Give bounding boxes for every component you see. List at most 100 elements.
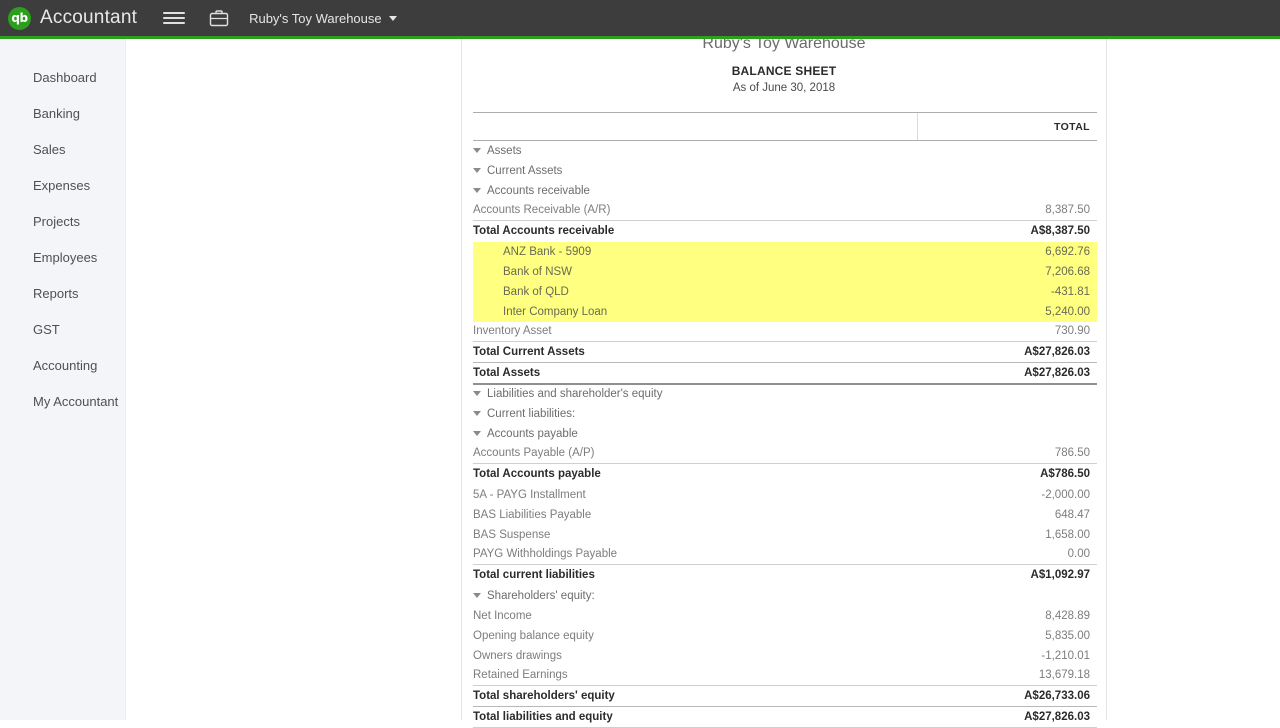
row-amount-liabilities-and-shareholder-s-equity [917, 384, 1097, 404]
row-amount-bank-of-qld[interactable]: -431.81 [917, 281, 1097, 302]
collapse-caret-icon[interactable] [473, 430, 481, 436]
row-amount-bas-suspense[interactable]: 1,658.00 [917, 525, 1097, 545]
sidebar-item-label: Dashboard [33, 69, 97, 85]
sidebar-item-accounting[interactable]: Accounting [0, 347, 125, 383]
row-amount-5a-payg-installment[interactable]: -2,000.00 [917, 485, 1097, 505]
row-amount-total-current-liabilities[interactable]: A$1,092.97 [917, 564, 1097, 586]
sidebar-item-label: Expenses [33, 177, 91, 193]
sidebar-item-gst[interactable]: GST [0, 311, 125, 347]
sidebar-item-reports[interactable]: Reports [0, 275, 125, 311]
row-amount-bank-of-nsw[interactable]: 7,206.68 [917, 261, 1097, 282]
row-amount-retained-earnings[interactable]: 13,679.18 [917, 666, 1097, 686]
chevron-down-icon [388, 15, 397, 21]
row-amount-total-assets[interactable]: A$27,826.03 [917, 362, 1097, 385]
row-label-opening-balance-equity: Opening balance equity [473, 626, 917, 646]
row-amount-total-shareholders-equity[interactable]: A$26,733.06 [917, 685, 1097, 707]
collapse-caret-icon[interactable] [473, 167, 481, 173]
table-total-row: Total Current Assets A$27,826.03 [473, 341, 1097, 363]
row-label-text: Opening balance equity [473, 629, 594, 642]
row-amount-accounts-receivable-a-r[interactable]: 8,387.50 [917, 201, 1097, 221]
sidebar-item-expenses[interactable]: Expenses [0, 167, 125, 203]
row-amount-current-assets [917, 161, 1097, 181]
row-label-text: Total current liabilities [473, 569, 595, 582]
sidebar-item-employees[interactable]: Employees [0, 239, 125, 275]
sidebar-item-my-accountant[interactable]: My Accountant [0, 383, 125, 419]
table-row: PAYG Withholdings Payable 0.00 [473, 545, 1097, 565]
table-section-row: Current Assets [473, 161, 1097, 181]
row-label-inventory-asset: Inventory Asset [473, 322, 917, 342]
row-label-total-current-liabilities: Total current liabilities [473, 564, 917, 586]
balance-sheet-report: Ruby's Toy Warehouse BALANCE SHEET As of… [461, 35, 1107, 728]
sidebar-item-sales[interactable]: Sales [0, 131, 125, 167]
row-label-assets[interactable]: Assets [473, 141, 917, 161]
accent-divider [0, 36, 1280, 39]
table-section-row: Shareholders' equity: [473, 586, 1097, 606]
table-section-row: Liabilities and shareholder's equity [473, 384, 1097, 404]
row-label-text: Accounts Receivable (A/R) [473, 204, 611, 217]
sidebar-item-dashboard[interactable]: Dashboard [0, 59, 125, 95]
row-label-accounts-payable[interactable]: Accounts payable [473, 424, 917, 444]
row-label-text: Total Assets [473, 366, 541, 379]
left-navigation-sidebar: Dashboard Banking Sales Expenses Project… [0, 39, 126, 720]
row-label-text: Inter Company Loan [503, 305, 608, 318]
collapse-caret-icon[interactable] [473, 391, 481, 396]
table-total-row: Total shareholders' equity A$26,733.06 [473, 685, 1097, 707]
row-label-anz-bank-5909: ANZ Bank - 5909 [473, 241, 917, 262]
row-label-current-liabilities[interactable]: Current liabilities: [473, 404, 917, 424]
table-row: Net Income 8,428.89 [473, 606, 1097, 626]
row-amount-total-accounts-payable[interactable]: A$786.50 [917, 463, 1097, 485]
row-label-total-accounts-receivable: Total Accounts receivable [473, 220, 917, 242]
hamburger-menu-icon[interactable] [163, 10, 186, 26]
row-label-bank-of-qld: Bank of QLD [473, 281, 917, 302]
sidebar-item-label: Reports [33, 285, 79, 301]
row-label-retained-earnings: Retained Earnings [473, 666, 917, 686]
row-amount-owners-drawings[interactable]: -1,210.01 [917, 646, 1097, 666]
report-canvas: Ruby's Toy Warehouse BALANCE SHEET As of… [126, 35, 1280, 728]
collapse-caret-icon[interactable] [473, 147, 481, 153]
briefcase-icon[interactable] [209, 9, 229, 27]
sidebar-item-projects[interactable]: Projects [0, 203, 125, 239]
row-label-shareholders-equity[interactable]: Shareholders' equity: [473, 586, 917, 606]
collapse-caret-icon[interactable] [473, 592, 481, 598]
row-label-accounts-receivable[interactable]: Accounts receivable [473, 181, 917, 201]
row-amount-accounts-payable-a-p[interactable]: 786.50 [917, 444, 1097, 464]
row-amount-bas-liabilities-payable[interactable]: 648.47 [917, 505, 1097, 525]
row-amount-opening-balance-equity[interactable]: 5,835.00 [917, 626, 1097, 646]
row-amount-total-current-assets[interactable]: A$27,826.03 [917, 341, 1097, 363]
report-date-range: As of June 30, 2018 [732, 82, 836, 94]
row-label-text: Accounts receivable [487, 184, 590, 197]
row-amount-total-accounts-receivable[interactable]: A$8,387.50 [917, 220, 1097, 242]
company-switcher[interactable]: Ruby's Toy Warehouse [249, 11, 397, 26]
collapse-caret-icon[interactable] [473, 410, 481, 416]
table-section-row: Current liabilities: [473, 404, 1097, 424]
qb-logo-icon: qb [8, 6, 31, 30]
table-total-row: Total Accounts receivable A$8,387.50 [473, 220, 1097, 242]
column-header-label [473, 112, 917, 141]
table-total-row: Total liabilities and equity A$27,826.03 [473, 706, 1097, 728]
row-amount-inventory-asset[interactable]: 730.90 [917, 322, 1097, 342]
table-row: Retained Earnings 13,679.18 [473, 666, 1097, 686]
row-amount-shareholders-equity [917, 586, 1097, 606]
table-header-row: TOTAL [473, 112, 1097, 141]
row-amount-accounts-payable [917, 424, 1097, 444]
row-label-liabilities-and-shareholder-s-equity[interactable]: Liabilities and shareholder's equity [473, 384, 917, 404]
row-amount-payg-withholdings-payable[interactable]: 0.00 [917, 545, 1097, 565]
row-amount-inter-company-loan[interactable]: 5,240.00 [917, 301, 1097, 322]
row-amount-anz-bank-5909[interactable]: 6,692.76 [917, 241, 1097, 262]
row-label-text: Inventory Asset [473, 325, 552, 338]
collapse-caret-icon[interactable] [473, 187, 481, 193]
row-label-total-liabilities-and-equity: Total liabilities and equity [473, 706, 917, 728]
row-label-text: Liabilities and shareholder's equity [487, 388, 663, 400]
row-label-current-assets[interactable]: Current Assets [473, 161, 917, 181]
row-label-payg-withholdings-payable: PAYG Withholdings Payable [473, 545, 917, 565]
top-navigation-bar: qb Accountant Ruby's Toy Warehouse [0, 0, 1280, 36]
row-amount-assets [917, 141, 1097, 161]
sidebar-item-banking[interactable]: Banking [0, 95, 125, 131]
quickbooks-logo[interactable]: qb Accountant [8, 6, 137, 30]
row-label-text: Shareholders' equity: [487, 589, 595, 602]
row-amount-total-liabilities-and-equity[interactable]: A$27,826.03 [917, 706, 1097, 728]
table-row: BAS Liabilities Payable 648.47 [473, 505, 1097, 525]
row-amount-net-income[interactable]: 8,428.89 [917, 606, 1097, 626]
row-label-text: Current Assets [487, 164, 563, 177]
row-label-text: BAS Suspense [473, 528, 551, 541]
